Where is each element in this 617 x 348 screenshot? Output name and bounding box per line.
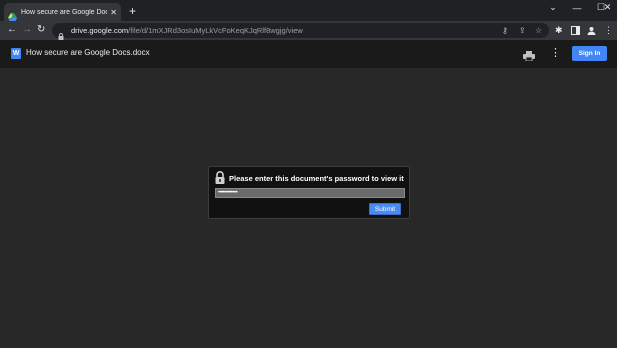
browser-tab[interactable]: How secure are Google Docs.docx ✕ <box>4 3 121 21</box>
reload-icon[interactable]: ↻ <box>37 24 45 36</box>
extensions-icon[interactable]: ✱ <box>555 23 563 37</box>
forward-icon[interactable]: → <box>22 24 32 36</box>
star-icon[interactable]: ☆ <box>535 26 542 35</box>
lock-icon[interactable] <box>58 27 64 40</box>
password-field[interactable]: •••••••••••• <box>215 188 405 198</box>
key-icon[interactable]: ⚷ <box>502 26 508 35</box>
browser-toolbar: ← → ↻ drive.google.com/file/d/1mXJRd3osI… <box>0 21 617 40</box>
sidepanel-icon[interactable] <box>571 23 580 39</box>
padlock-icon <box>215 171 225 184</box>
tab-search-icon[interactable]: ⌄ <box>540 0 566 15</box>
submit-button[interactable]: Submit <box>369 203 401 215</box>
tab-title: How secure are Google Docs.docx <box>21 8 107 16</box>
tab-close-icon[interactable]: ✕ <box>110 8 117 17</box>
google-drive-icon <box>8 8 17 21</box>
word-doc-icon: W <box>11 48 21 59</box>
browser-menu-icon[interactable]: ⋮ <box>604 23 613 37</box>
back-icon[interactable]: ← <box>7 24 17 36</box>
address-bar[interactable]: drive.google.com/file/d/1mXJRd3osIuMyLkV… <box>52 23 549 40</box>
share-icon[interactable]: ⇪ <box>519 26 526 35</box>
document-title: How secure are Google Docs.docx <box>26 48 150 57</box>
sign-in-button[interactable]: Sign In <box>572 46 607 61</box>
more-options-icon[interactable]: ⋮ <box>550 46 561 59</box>
url-text[interactable]: drive.google.com/file/d/1mXJRd3osIuMyLkV… <box>71 26 303 35</box>
print-icon[interactable] <box>523 48 535 62</box>
password-dialog: Please enter this document's password to… <box>208 166 410 219</box>
new-tab-button[interactable]: + <box>129 5 136 17</box>
window-close-icon[interactable]: ✕ <box>598 0 617 15</box>
tab-strip: How secure are Google Docs.docx ✕ + ⌄ — … <box>0 0 617 21</box>
password-prompt: Please enter this document's password to… <box>229 174 404 183</box>
profile-icon[interactable] <box>587 23 596 39</box>
minimize-icon[interactable]: — <box>564 0 590 15</box>
